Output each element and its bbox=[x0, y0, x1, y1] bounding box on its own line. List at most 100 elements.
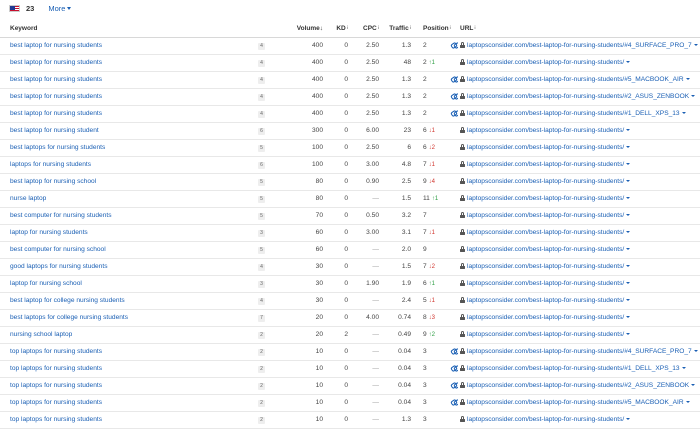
url-cell[interactable]: laptopsconsider.com/best-laptop-for-nurs… bbox=[458, 156, 700, 174]
link-icon[interactable] bbox=[451, 76, 458, 81]
column-header-traffic[interactable]: Traffici bbox=[381, 20, 413, 38]
link-icon[interactable] bbox=[451, 399, 458, 404]
url-link[interactable]: laptopsconsider.com/best-laptop-for-nurs… bbox=[467, 161, 624, 168]
keyword-link[interactable]: best laptop for nursing school bbox=[10, 178, 96, 185]
keyword-link[interactable]: best laptop for nursing students bbox=[10, 76, 102, 83]
column-header-volume[interactable]: Volume↓ bbox=[270, 20, 325, 38]
url-cell[interactable]: laptopsconsider.com/best-laptop-for-nurs… bbox=[458, 394, 700, 412]
chevron-down-icon[interactable] bbox=[626, 61, 631, 63]
url-cell[interactable]: laptopsconsider.com/best-laptop-for-nurs… bbox=[458, 377, 700, 395]
serp-features-badge[interactable]: 4 bbox=[258, 297, 265, 305]
chevron-down-icon[interactable] bbox=[626, 231, 631, 233]
url-cell[interactable]: laptopsconsider.com/best-laptop-for-nurs… bbox=[458, 173, 700, 191]
link-icon[interactable] bbox=[451, 382, 458, 387]
url-link[interactable]: laptopsconsider.com/best-laptop-for-nurs… bbox=[467, 365, 680, 372]
keyword-link[interactable]: laptop for nursing students bbox=[10, 229, 88, 236]
url-cell[interactable]: laptopsconsider.com/best-laptop-for-nurs… bbox=[458, 309, 700, 327]
url-cell[interactable]: laptopsconsider.com/best-laptop-for-nurs… bbox=[458, 275, 700, 293]
serp-features-badge[interactable]: 3 bbox=[258, 280, 265, 288]
link-icon[interactable] bbox=[451, 365, 458, 370]
column-header-position[interactable]: Positioni bbox=[413, 20, 451, 38]
serp-features-badge[interactable]: 4 bbox=[258, 263, 265, 271]
chevron-down-icon[interactable] bbox=[685, 401, 690, 403]
serp-features-badge[interactable]: 5 bbox=[258, 246, 265, 254]
chevron-down-icon[interactable] bbox=[626, 333, 631, 335]
chevron-down-icon[interactable] bbox=[681, 112, 686, 114]
keyword-link[interactable]: nurse laptop bbox=[10, 195, 46, 202]
url-link[interactable]: laptopsconsider.com/best-laptop-for-nurs… bbox=[467, 297, 624, 304]
keyword-link[interactable]: top laptops for nursing students bbox=[10, 348, 102, 355]
url-cell[interactable]: laptopsconsider.com/best-laptop-for-nurs… bbox=[458, 411, 700, 429]
link-icon[interactable] bbox=[451, 93, 458, 98]
keyword-link[interactable]: best computer for nursing school bbox=[10, 246, 106, 253]
url-cell[interactable]: laptopsconsider.com/best-laptop-for-nurs… bbox=[458, 326, 700, 344]
url-link[interactable]: laptopsconsider.com/best-laptop-for-nurs… bbox=[467, 93, 689, 100]
column-header-keyword[interactable]: Keyword bbox=[0, 20, 258, 38]
url-cell[interactable]: laptopsconsider.com/best-laptop-for-nurs… bbox=[458, 88, 700, 106]
column-header-kd[interactable]: KDi bbox=[325, 20, 350, 38]
url-link[interactable]: laptopsconsider.com/best-laptop-for-nurs… bbox=[467, 246, 624, 253]
serp-features-badge[interactable]: 6 bbox=[258, 127, 265, 135]
keyword-link[interactable]: best laptops for nursing students bbox=[10, 144, 105, 151]
serp-features-badge[interactable]: 4 bbox=[258, 42, 265, 50]
chevron-down-icon[interactable] bbox=[626, 248, 631, 250]
keyword-link[interactable]: best laptop for college nursing students bbox=[10, 297, 125, 304]
url-link[interactable]: laptopsconsider.com/best-laptop-for-nurs… bbox=[467, 212, 624, 219]
serp-features-badge[interactable]: 6 bbox=[258, 161, 265, 169]
url-link[interactable]: laptopsconsider.com/best-laptop-for-nurs… bbox=[467, 416, 624, 423]
serp-features-badge[interactable]: 4 bbox=[258, 93, 265, 101]
chevron-down-icon[interactable] bbox=[691, 95, 696, 97]
keyword-link[interactable]: laptops for nursing students bbox=[10, 161, 91, 168]
chevron-down-icon[interactable] bbox=[626, 180, 631, 182]
keyword-link[interactable]: best computer for nursing students bbox=[10, 212, 112, 219]
chevron-down-icon[interactable] bbox=[626, 214, 631, 216]
keyword-link[interactable]: best laptop for nursing students bbox=[10, 42, 102, 49]
column-header-url[interactable]: URLi bbox=[458, 20, 700, 38]
keyword-link[interactable]: best laptop for nursing students bbox=[10, 59, 102, 66]
serp-features-badge[interactable]: 2 bbox=[258, 416, 265, 424]
serp-features-badge[interactable]: 5 bbox=[258, 195, 265, 203]
chevron-down-icon[interactable] bbox=[626, 146, 631, 148]
url-cell[interactable]: laptopsconsider.com/best-laptop-for-nurs… bbox=[458, 54, 700, 72]
url-cell[interactable]: laptopsconsider.com/best-laptop-for-nurs… bbox=[458, 190, 700, 208]
chevron-down-icon[interactable] bbox=[685, 78, 690, 80]
link-icon[interactable] bbox=[451, 110, 458, 115]
url-cell[interactable]: laptopsconsider.com/best-laptop-for-nurs… bbox=[458, 343, 700, 361]
url-cell[interactable]: laptopsconsider.com/best-laptop-for-nurs… bbox=[458, 139, 700, 157]
serp-features-badge[interactable]: 5 bbox=[258, 144, 265, 152]
url-link[interactable]: laptopsconsider.com/best-laptop-for-nurs… bbox=[467, 178, 624, 185]
url-link[interactable]: laptopsconsider.com/best-laptop-for-nurs… bbox=[467, 382, 689, 389]
serp-features-badge[interactable]: 5 bbox=[258, 212, 265, 220]
url-cell[interactable]: laptopsconsider.com/best-laptop-for-nurs… bbox=[458, 207, 700, 225]
url-cell[interactable]: laptopsconsider.com/best-laptop-for-nurs… bbox=[458, 292, 700, 310]
url-cell[interactable]: laptopsconsider.com/best-laptop-for-nurs… bbox=[458, 122, 700, 140]
chevron-down-icon[interactable] bbox=[626, 316, 631, 318]
serp-features-badge[interactable]: 2 bbox=[258, 331, 265, 339]
serp-features-badge[interactable]: 3 bbox=[258, 229, 265, 237]
column-header-cpc[interactable]: CPCi bbox=[350, 20, 381, 38]
url-cell[interactable]: laptopsconsider.com/best-laptop-for-nurs… bbox=[458, 258, 700, 276]
url-link[interactable]: laptopsconsider.com/best-laptop-for-nurs… bbox=[467, 280, 624, 287]
keyword-link[interactable]: best laptop for nursing students bbox=[10, 93, 102, 100]
serp-features-badge[interactable]: 7 bbox=[258, 314, 265, 322]
link-icon[interactable] bbox=[451, 348, 458, 353]
serp-features-badge[interactable]: 2 bbox=[258, 399, 265, 407]
url-link[interactable]: laptopsconsider.com/best-laptop-for-nurs… bbox=[467, 263, 624, 270]
serp-features-badge[interactable]: 4 bbox=[258, 110, 265, 118]
serp-features-badge[interactable]: 2 bbox=[258, 365, 265, 373]
chevron-down-icon[interactable] bbox=[626, 418, 631, 420]
serp-features-badge[interactable]: 4 bbox=[258, 76, 265, 84]
keyword-link[interactable]: top laptops for nursing students bbox=[10, 416, 102, 423]
url-link[interactable]: laptopsconsider.com/best-laptop-for-nurs… bbox=[467, 76, 684, 83]
serp-features-badge[interactable]: 5 bbox=[258, 178, 265, 186]
url-cell[interactable]: laptopsconsider.com/best-laptop-for-nurs… bbox=[458, 360, 700, 378]
chevron-down-icon[interactable] bbox=[693, 44, 698, 46]
link-icon[interactable] bbox=[451, 42, 458, 47]
chevron-down-icon[interactable] bbox=[626, 163, 631, 165]
keyword-link[interactable]: laptop for nursing school bbox=[10, 280, 82, 287]
chevron-down-icon[interactable] bbox=[693, 350, 698, 352]
chevron-down-icon[interactable] bbox=[626, 129, 631, 131]
url-link[interactable]: laptopsconsider.com/best-laptop-for-nurs… bbox=[467, 127, 624, 134]
keyword-link[interactable]: best laptop for nursing students bbox=[10, 110, 102, 117]
chevron-down-icon[interactable] bbox=[626, 197, 631, 199]
